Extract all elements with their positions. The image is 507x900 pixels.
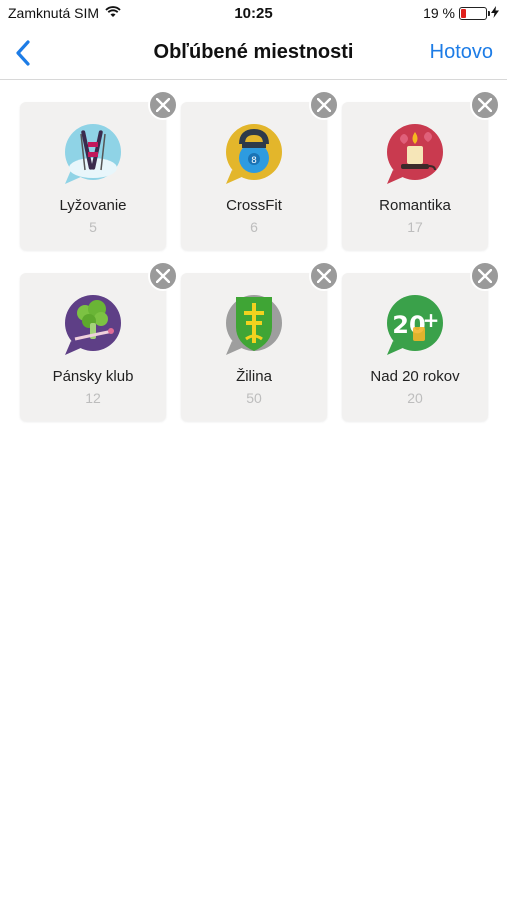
- room-name: Nad 20 rokov: [370, 368, 460, 385]
- remove-room-button[interactable]: [470, 261, 500, 291]
- charging-bolt-icon: [491, 5, 499, 21]
- room-count: 17: [407, 219, 423, 235]
- remove-room-button[interactable]: [309, 261, 339, 291]
- room-card-zilina[interactable]: Žilina 50: [181, 261, 339, 421]
- age-20-plus-icon: 20 +: [383, 293, 447, 357]
- room-name: Žilina: [236, 368, 272, 385]
- done-button[interactable]: Hotovo: [430, 41, 493, 64]
- close-icon: [317, 98, 331, 112]
- room-name: Romantika: [379, 197, 451, 214]
- kettlebell-icon: 8: [222, 122, 286, 186]
- broccoli-icon: [61, 293, 125, 357]
- close-icon: [317, 269, 331, 283]
- close-icon: [478, 269, 492, 283]
- remove-room-button[interactable]: [148, 90, 178, 120]
- remove-room-button[interactable]: [309, 90, 339, 120]
- room-card-pansky-klub[interactable]: Pánsky klub 12: [20, 261, 178, 421]
- room-card-romantika[interactable]: Romantika 17: [342, 90, 500, 250]
- svg-text:+: +: [423, 308, 440, 332]
- room-count: 20: [407, 390, 423, 406]
- close-icon: [478, 98, 492, 112]
- battery-icon: [459, 6, 490, 20]
- close-icon: [156, 269, 170, 283]
- room-name: Lyžovanie: [59, 197, 127, 214]
- status-bar: Zamknutá SIM 10:25 19 %: [0, 0, 507, 28]
- battery-percent: 19 %: [423, 5, 455, 21]
- skiing-icon: [61, 122, 125, 186]
- remove-room-button[interactable]: [148, 261, 178, 291]
- remove-room-button[interactable]: [470, 90, 500, 120]
- candle-icon: [383, 122, 447, 186]
- room-count: 5: [89, 219, 97, 235]
- room-count: 12: [85, 390, 101, 406]
- battery-level: [461, 8, 466, 18]
- navigation-bar: Obľúbené miestnosti Hotovo: [0, 28, 507, 80]
- zilina-coat-of-arms-icon: [222, 293, 286, 357]
- room-card-crossfit[interactable]: 8 CrossFit 6: [181, 90, 339, 250]
- room-name: Pánsky klub: [52, 368, 134, 385]
- room-card-nad-20-rokov[interactable]: 20 + Nad 20 rokov 20: [342, 261, 500, 421]
- svg-text:8: 8: [251, 156, 257, 166]
- room-count: 6: [250, 219, 258, 235]
- room-card-lyzovanie[interactable]: Lyžovanie 5: [20, 90, 178, 250]
- room-name: CrossFit: [226, 197, 282, 214]
- status-right: 19 %: [423, 5, 499, 21]
- close-icon: [156, 98, 170, 112]
- room-count: 50: [246, 390, 262, 406]
